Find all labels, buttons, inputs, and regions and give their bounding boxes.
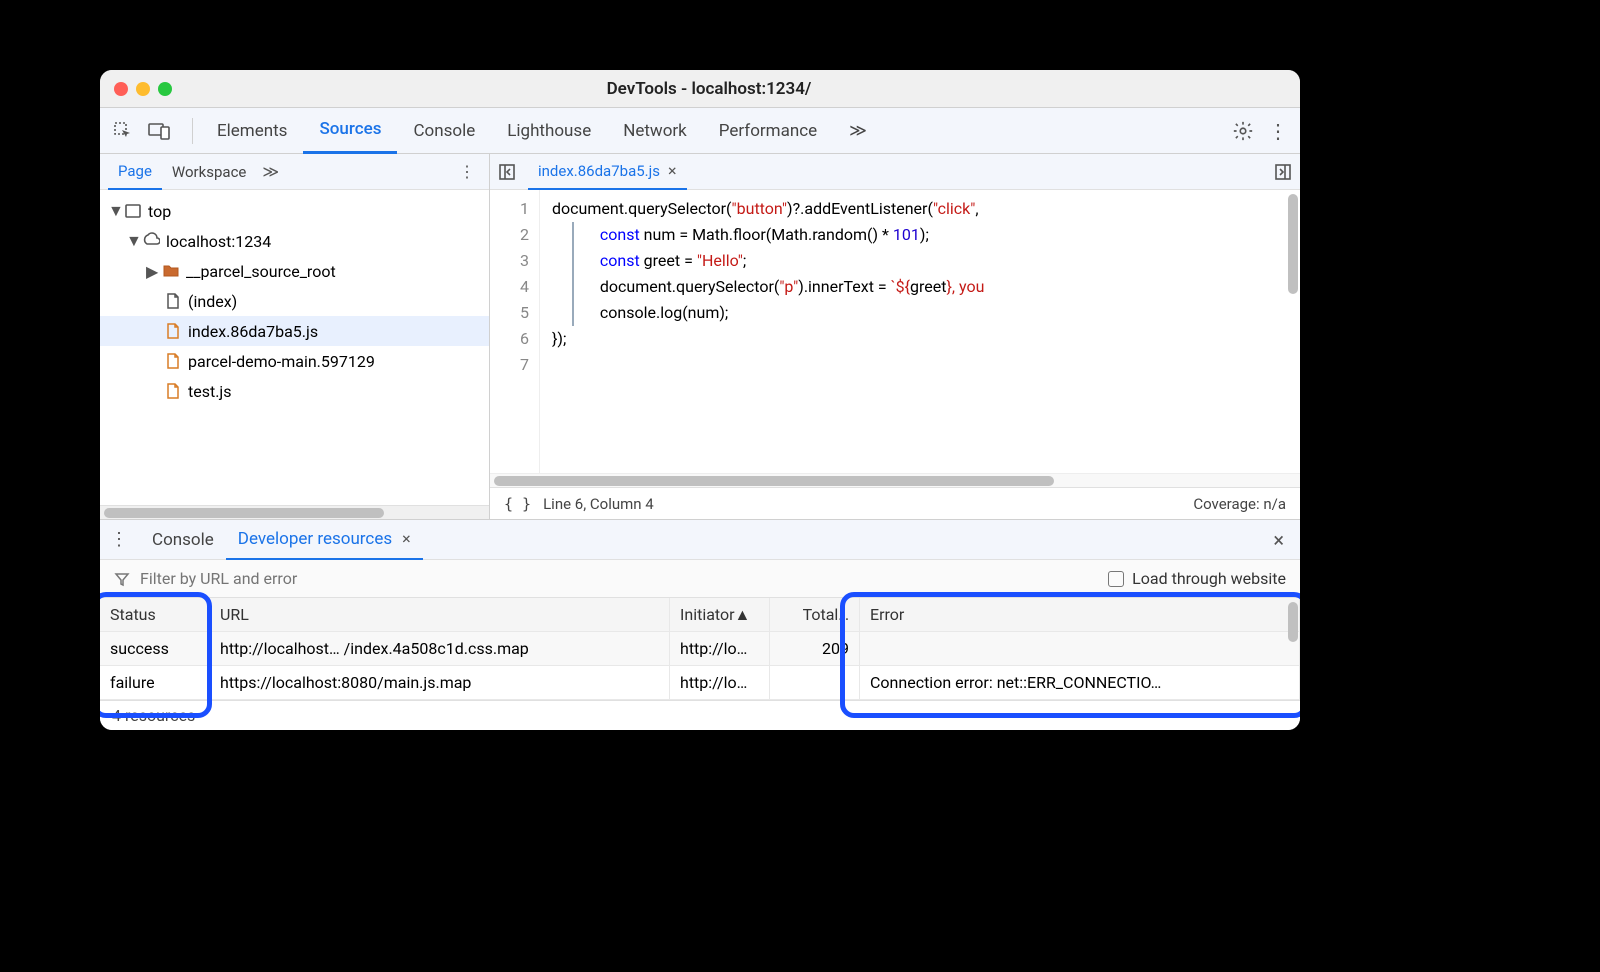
tree-test[interactable]: test.js xyxy=(100,376,489,406)
tab-elements[interactable]: Elements xyxy=(201,108,303,154)
table-row[interactable]: success http://localhost… /index.4a508c1… xyxy=(100,632,1300,666)
file-tree[interactable]: ▼top ▼localhost:1234 ▶__parcel_source_ro… xyxy=(100,190,489,505)
tab-network[interactable]: Network xyxy=(607,108,703,154)
drawer-tab-console[interactable]: Console xyxy=(140,520,226,560)
more-icon[interactable]: ⋮ xyxy=(1268,119,1288,143)
drawer: ⋮ Console Developer resources × × Load th… xyxy=(100,519,1300,730)
navigator-scrollbar[interactable] xyxy=(100,505,489,519)
window-title: DevTools - localhost:1234/ xyxy=(192,79,1226,99)
cursor-position: Line 6, Column 4 xyxy=(543,495,654,513)
drawer-tabs: ⋮ Console Developer resources × × xyxy=(100,520,1300,560)
line-gutter: 1234567 xyxy=(490,190,540,473)
coverage-status: Coverage: n/a xyxy=(1193,495,1286,513)
drawer-tab-devres[interactable]: Developer resources × xyxy=(226,520,423,560)
cell-initiator: http://lo… xyxy=(670,666,770,699)
close-drawer-tab-icon[interactable]: × xyxy=(402,529,411,548)
close-tab-icon[interactable]: × xyxy=(668,161,677,180)
resource-count: 4 resources xyxy=(112,706,195,725)
cell-total xyxy=(770,666,860,699)
nav-more-icon[interactable]: ⋮ xyxy=(453,162,481,181)
tree-host[interactable]: ▼localhost:1234 xyxy=(100,226,489,256)
tree-label: localhost:1234 xyxy=(166,232,271,251)
cell-initiator: http://lo… xyxy=(670,632,770,665)
main-toolbar: Elements Sources Console Lighthouse Netw… xyxy=(100,108,1300,154)
tree-parcel[interactable]: ▶__parcel_source_root xyxy=(100,256,489,286)
close-window-icon[interactable] xyxy=(114,82,128,96)
main-area: Page Workspace ≫ ⋮ ▼top ▼localhost:1234 … xyxy=(100,154,1300,519)
editor-tab-label: index.86da7ba5.js xyxy=(538,162,660,180)
minimize-window-icon[interactable] xyxy=(136,82,150,96)
nav-tab-workspace[interactable]: Workspace xyxy=(162,154,256,190)
tree-js-selected[interactable]: index.86da7ba5.js xyxy=(100,316,489,346)
col-total[interactable]: Total… xyxy=(770,598,860,631)
toggle-navigator-icon[interactable] xyxy=(498,163,518,181)
col-error[interactable]: Error xyxy=(860,598,1300,631)
toggle-debugger-icon[interactable] xyxy=(1274,163,1292,181)
cell-url: https://localhost:8080/main.js.map xyxy=(210,666,670,699)
divider xyxy=(192,118,193,144)
load-label: Load through website xyxy=(1132,569,1286,588)
titlebar: DevTools - localhost:1234/ xyxy=(100,70,1300,108)
editor-tab-active[interactable]: index.86da7ba5.js × xyxy=(528,154,687,190)
resource-table: Status URL Initiator▲ Total… Error succe… xyxy=(100,598,1300,700)
tabs-overflow-icon[interactable]: ≫ xyxy=(833,108,883,154)
filter-input[interactable] xyxy=(140,569,1108,588)
editor-status-bar: { } Line 6, Column 4 Coverage: n/a xyxy=(490,487,1300,519)
navigator-tabs: Page Workspace ≫ ⋮ xyxy=(100,154,489,190)
cell-status: success xyxy=(100,632,210,665)
settings-icon[interactable] xyxy=(1232,120,1254,142)
tab-performance[interactable]: Performance xyxy=(703,108,833,154)
cell-url: http://localhost… /index.4a508c1d.css.ma… xyxy=(210,632,670,665)
filter-bar: Load through website xyxy=(100,560,1300,598)
editor-hscroll[interactable] xyxy=(490,473,1300,487)
drawer-footer: 4 resources xyxy=(100,700,1300,730)
inspect-icon[interactable] xyxy=(112,120,134,142)
zoom-window-icon[interactable] xyxy=(158,82,172,96)
tab-sources[interactable]: Sources xyxy=(303,108,397,154)
tree-main[interactable]: parcel-demo-main.597129 xyxy=(100,346,489,376)
tree-label: test.js xyxy=(188,382,232,401)
cell-total: 209 xyxy=(770,632,860,665)
tree-label: top xyxy=(148,202,171,221)
format-icon[interactable]: { } xyxy=(504,495,531,513)
navigator-sidebar: Page Workspace ≫ ⋮ ▼top ▼localhost:1234 … xyxy=(100,154,490,519)
devtools-window: DevTools - localhost:1234/ Elements Sour… xyxy=(100,70,1300,730)
code-lines: document.querySelector("button")?.addEve… xyxy=(540,190,1300,473)
cell-error: Connection error: net::ERR_CONNECTIO… xyxy=(860,666,1300,699)
drawer-tab-label: Developer resources xyxy=(238,529,392,549)
tab-lighthouse[interactable]: Lighthouse xyxy=(491,108,607,154)
device-toggle-icon[interactable] xyxy=(148,120,170,142)
nav-tab-page[interactable]: Page xyxy=(108,154,162,190)
drawer-more-icon[interactable]: ⋮ xyxy=(110,529,128,550)
close-drawer-icon[interactable]: × xyxy=(1267,528,1290,552)
col-status[interactable]: Status xyxy=(100,598,210,631)
table-row[interactable]: failure https://localhost:8080/main.js.m… xyxy=(100,666,1300,700)
tree-index[interactable]: (index) xyxy=(100,286,489,316)
tree-label: __parcel_source_root xyxy=(186,262,336,281)
traffic-lights xyxy=(114,82,172,96)
editor-tabs: index.86da7ba5.js × xyxy=(490,154,1300,190)
col-url[interactable]: URL xyxy=(210,598,670,631)
editor-pane: index.86da7ba5.js × 1234567 document.quer… xyxy=(490,154,1300,519)
nav-overflow-icon[interactable]: ≫ xyxy=(262,162,279,181)
tree-top[interactable]: ▼top xyxy=(100,196,489,226)
tree-label: index.86da7ba5.js xyxy=(188,322,318,341)
filter-icon[interactable] xyxy=(114,571,130,587)
code-editor[interactable]: 1234567 document.querySelector("button")… xyxy=(490,190,1300,473)
cell-status: failure xyxy=(100,666,210,699)
cell-error xyxy=(860,632,1300,665)
tree-label: parcel-demo-main.597129 xyxy=(188,352,375,371)
editor-vscroll[interactable] xyxy=(1288,194,1298,294)
tab-console[interactable]: Console xyxy=(397,108,491,154)
table-vscroll[interactable] xyxy=(1288,602,1298,642)
tree-label: (index) xyxy=(188,292,237,311)
table-header: Status URL Initiator▲ Total… Error xyxy=(100,598,1300,632)
checkbox-icon[interactable] xyxy=(1108,571,1124,587)
load-through-website[interactable]: Load through website xyxy=(1108,569,1286,588)
col-initiator[interactable]: Initiator▲ xyxy=(670,598,770,631)
